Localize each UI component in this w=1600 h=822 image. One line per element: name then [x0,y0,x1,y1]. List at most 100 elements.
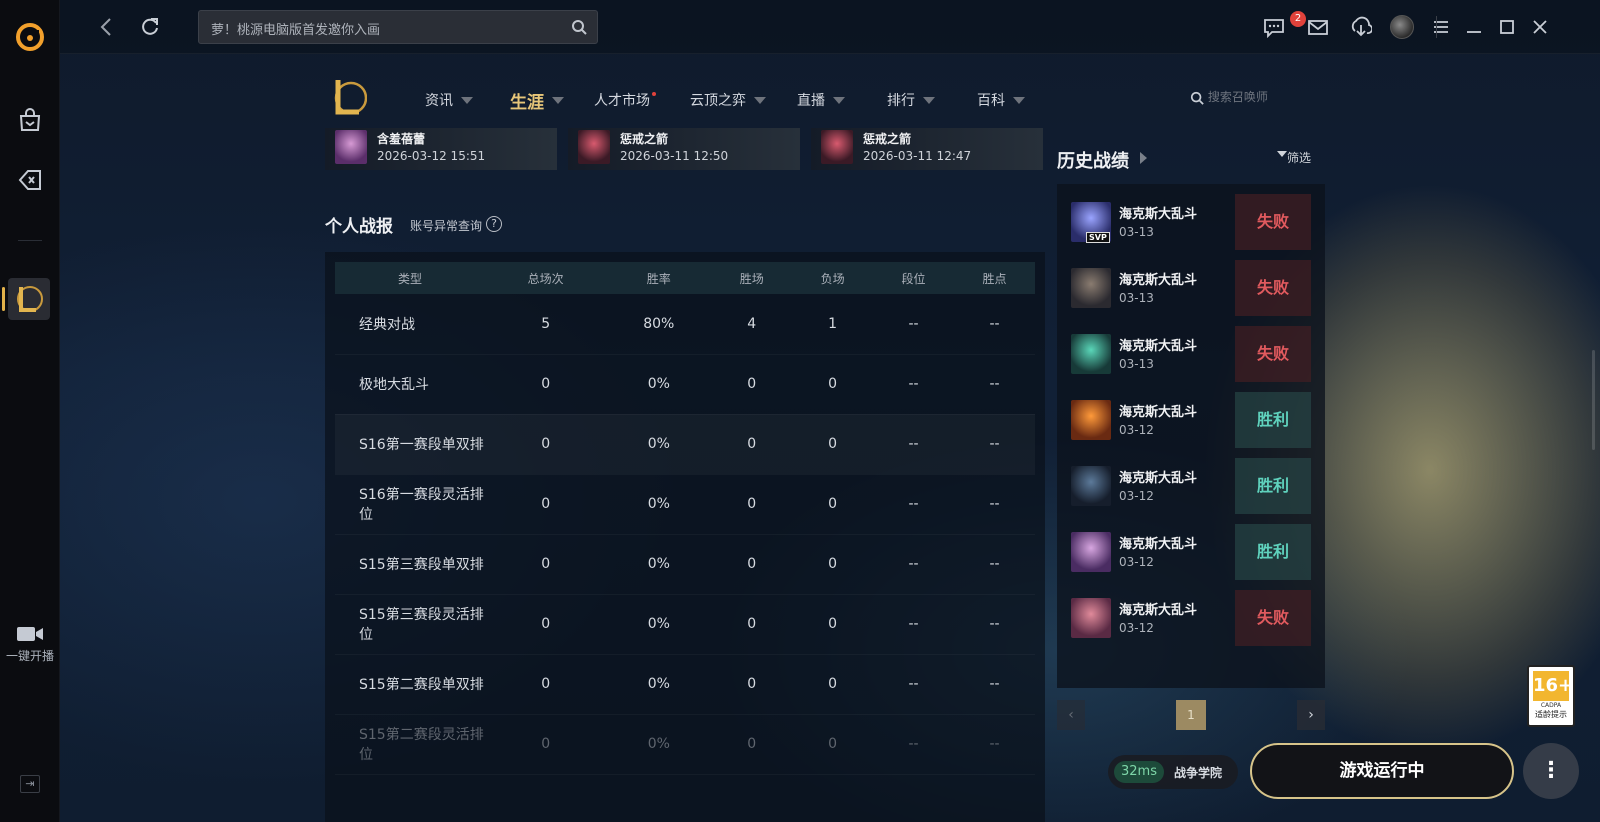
cell: -- [989,315,1000,332]
nav-news[interactable]: 资讯 [425,90,473,110]
nav-tft-label: 云顶之弈 [690,93,746,109]
filter-icon[interactable] [1277,151,1287,157]
top-search-input[interactable]: 萝！桃源电脑版首发邀你入画 [198,10,598,44]
nav-wiki-label: 百科 [977,93,1005,109]
summoner-search-placeholder: 搜索召唤师 [1207,90,1268,104]
help-icon[interactable]: ? [486,216,502,232]
ping-value: 32ms [1114,761,1164,783]
more-options-button[interactable]: ⋮ [1523,743,1579,799]
champion-avatar [1071,268,1111,308]
cell: -- [989,676,1000,692]
topbar-divider [1436,16,1437,38]
champion-avatar [1071,466,1111,506]
champion-avatar [335,130,367,164]
chevron-right-icon[interactable] [1140,152,1147,164]
menu-icon[interactable] [1430,16,1452,38]
left-rail: 一键开播 ⇥ [0,0,60,822]
match-row[interactable]: 海克斯大乱斗 03-12 胜利 [1057,458,1325,514]
nav-live-label: 直播 [797,93,825,109]
cell: 经典对战 [359,316,415,333]
match-row[interactable]: 海克斯大乱斗 03-12 胜利 [1057,392,1325,448]
recent-item[interactable]: 惩戒之箭 2026-03-11 12:47 [811,128,1043,170]
cell: 0 [541,436,551,452]
game-running-button[interactable]: 游戏运行中 [1250,743,1514,799]
filter-button[interactable]: 筛选 [1287,149,1311,166]
match-row[interactable]: 海克斯大乱斗 03-13 失败 [1057,326,1325,382]
cell: 5 [541,315,551,332]
cell: -- [989,376,1000,392]
chevron-down-icon [833,96,845,104]
maximize-icon[interactable] [1496,16,1518,38]
top-bar: 萝！桃源电脑版首发邀你入画 [60,0,1600,54]
cell: -- [908,616,919,632]
broadcast-label: 一键开播 [5,649,54,663]
account-check-link[interactable]: 账号异常查询 [410,217,482,234]
match-row[interactable]: 海克斯大乱斗 03-12 胜利 [1057,524,1325,580]
recent-time: 2026-03-11 12:50 [620,149,729,163]
broadcast-button[interactable]: 一键开播 [0,624,60,664]
table-row: S15第二赛段灵活排位 0 0% 0 0 -- -- [335,714,1035,774]
match-row[interactable]: 海克斯大乱斗 03-12 失败 [1057,590,1325,646]
lol-game-tab[interactable] [8,278,50,320]
nav-live[interactable]: 直播 [797,90,845,110]
recent-item[interactable]: 含羞蓓蕾 2026-03-12 15:51 [325,128,557,170]
table-row: S16第一赛段单双排 0 0% 0 0 -- -- [335,414,1035,474]
cell: 0 [828,676,838,692]
search-icon[interactable] [571,19,587,35]
match-date: 03-13 [1119,357,1154,371]
cell: 0 [828,376,838,392]
game-tag-icon[interactable] [17,167,43,193]
lol-nav-bar: 资讯 生涯 人才市场 云顶之弈 直播 排行 百科 搜索召唤师 [320,72,1330,122]
nav-ranking[interactable]: 排行 [887,90,935,110]
match-result: 失败 [1235,260,1311,316]
new-dot-indicator [652,92,656,96]
nav-talent-market[interactable]: 人才市场 [594,90,662,110]
refresh-icon[interactable] [139,16,161,38]
app-logo-icon[interactable] [15,22,45,52]
match-row[interactable]: 海克斯大乱斗 03-13 失败 [1057,260,1325,316]
summoner-search-input[interactable]: 搜索召唤师 [1190,88,1310,110]
col-winrate: 胜率 [646,271,671,286]
collapse-rail-button[interactable]: ⇥ [20,775,40,793]
history-title[interactable]: 历史战绩 [1057,147,1129,173]
prev-page-button[interactable]: ‹ [1057,700,1085,730]
scrollbar[interactable] [1592,350,1595,450]
match-date: 03-13 [1119,291,1154,305]
recent-time: 2026-03-11 12:47 [863,149,972,163]
user-avatar[interactable] [1390,15,1414,39]
nav-career[interactable]: 生涯 [510,88,564,113]
match-result: 胜利 [1235,458,1311,514]
cell: -- [908,676,919,692]
download-icon[interactable] [1350,16,1372,38]
cell: 0 [747,736,757,752]
nav-career-label: 生涯 [510,93,544,113]
cell: S15第二赛段灵活排位 [359,727,484,763]
age-rating-number: 16+ [1533,671,1573,701]
rail-divider [18,240,42,241]
chat-icon[interactable] [1263,16,1285,38]
close-icon[interactable] [1529,16,1551,38]
cell: -- [908,736,919,752]
chevron-down-icon [1013,96,1025,104]
match-result: 胜利 [1235,392,1311,448]
lol-brand-logo[interactable] [329,76,367,118]
match-mode: 海克斯大乱斗 [1119,471,1198,486]
match-date: 03-12 [1119,555,1154,569]
nav-tft[interactable]: 云顶之弈 [690,90,766,110]
minimize-icon[interactable] [1463,16,1485,38]
cell: -- [989,736,1000,752]
store-bag-icon[interactable] [17,107,43,133]
match-result: 失败 [1235,326,1311,382]
server-status[interactable]: 32ms 战争学院 [1108,755,1238,789]
next-page-button[interactable]: › [1297,700,1325,730]
cell: S15第三赛段单双排 [359,557,484,573]
history-list: 海克斯大乱斗 03-13 失败 海克斯大乱斗 03-13 失败 海克斯大乱斗 0… [1057,184,1325,688]
cell: 1 [828,315,838,332]
page-number[interactable]: 1 [1176,700,1206,730]
back-arrow-icon[interactable] [96,16,118,38]
nav-wiki[interactable]: 百科 [977,90,1025,110]
mail-icon[interactable] [1307,16,1329,38]
cell: 0% [647,496,670,512]
recent-item[interactable]: 惩戒之箭 2026-03-11 12:50 [568,128,800,170]
cell: -- [908,436,919,452]
